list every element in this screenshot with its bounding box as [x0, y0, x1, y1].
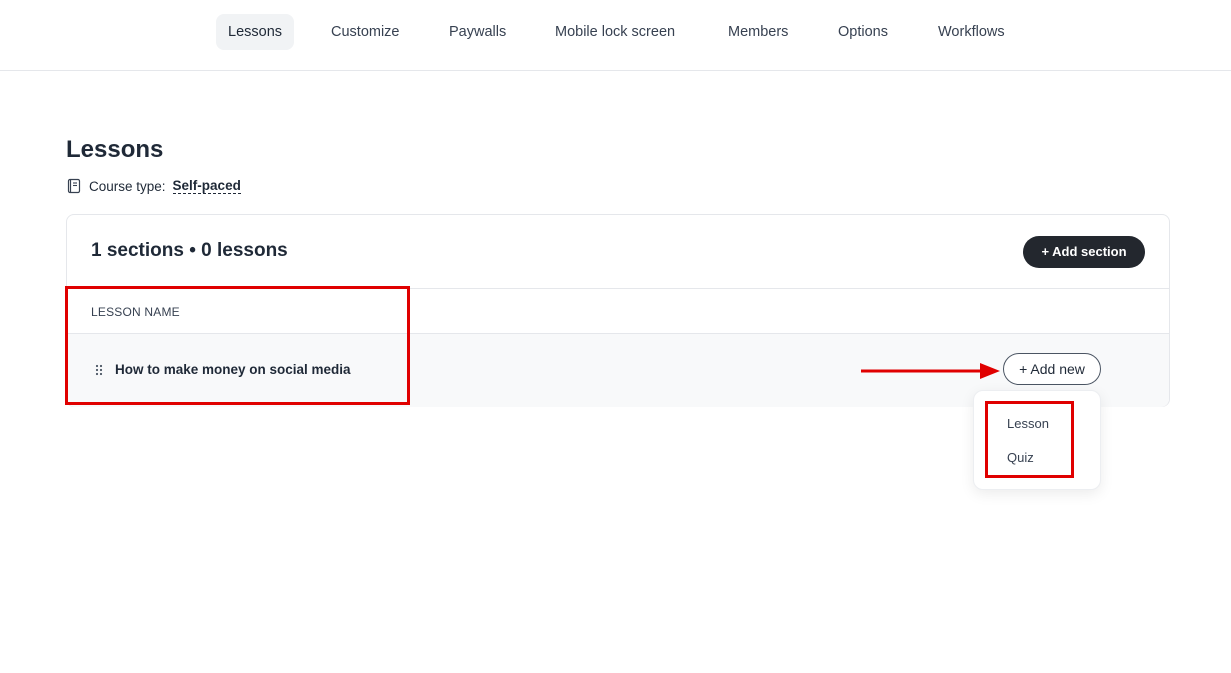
- tab-lessons[interactable]: Lessons: [216, 14, 295, 50]
- tab-paywalls[interactable]: Paywalls: [437, 14, 518, 50]
- section-title[interactable]: How to make money on social media: [115, 362, 351, 377]
- tab-mobile-lock-screen[interactable]: Mobile lock screen: [543, 14, 687, 50]
- tab-workflows[interactable]: Workflows: [926, 14, 1017, 50]
- book-icon: [66, 178, 82, 194]
- column-header-lesson-name: LESSON NAME: [91, 305, 180, 319]
- page-title: Lessons: [66, 136, 164, 163]
- tab-members[interactable]: Members: [716, 14, 800, 50]
- course-type: Course type: Self-paced: [66, 176, 241, 196]
- add-new-dropdown: Lesson Quiz: [973, 390, 1101, 490]
- annotation-arrow-icon: [861, 363, 1000, 379]
- tab-options[interactable]: Options: [826, 14, 900, 50]
- course-type-value[interactable]: Self-paced: [172, 178, 241, 194]
- drag-handle-icon[interactable]: [94, 363, 104, 377]
- add-new-button[interactable]: + Add new: [1003, 353, 1101, 385]
- menu-item-quiz[interactable]: Quiz: [1007, 450, 1034, 465]
- top-navigation: Lessons Customize Paywalls Mobile lock s…: [0, 0, 1231, 71]
- course-type-label: Course type:: [89, 178, 166, 194]
- sections-summary: 1 sections • 0 lessons: [91, 240, 288, 261]
- tab-customize[interactable]: Customize: [319, 14, 412, 50]
- sections-card: 1 sections • 0 lessons + Add section LES…: [66, 214, 1170, 407]
- divider: [67, 288, 1169, 289]
- menu-item-lesson[interactable]: Lesson: [1007, 416, 1049, 431]
- add-section-button[interactable]: + Add section: [1023, 236, 1145, 268]
